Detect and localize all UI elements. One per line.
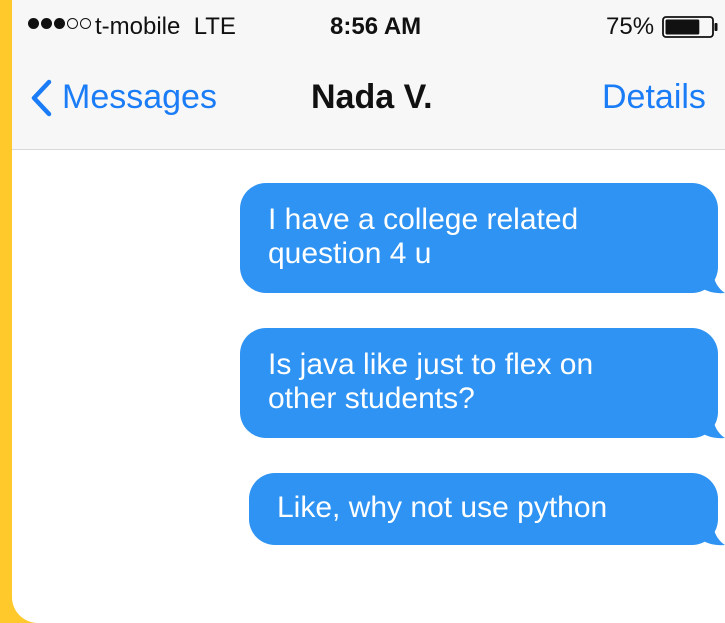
phone-screen: t-mobile LTE 8:56 AM 75% Messages Nada V… <box>12 0 725 623</box>
contact-name: Nada V. <box>311 78 433 116</box>
message-bubble[interactable]: I have a college related question 4 u <box>240 183 718 293</box>
battery-percent: 75% <box>606 13 655 40</box>
message-line: other students? <box>268 382 475 415</box>
message-line: I have a college related <box>268 203 579 236</box>
message-bubble[interactable]: Like, why not use python <box>249 473 718 545</box>
details-button[interactable]: Details <box>602 78 706 117</box>
back-label: Messages <box>62 78 217 116</box>
back-button[interactable]: Messages <box>30 78 217 117</box>
navigation-bar: Messages Nada V. Details <box>12 56 725 150</box>
status-time: 8:56 AM <box>330 13 422 40</box>
status-bar: t-mobile LTE 8:56 AM 75% <box>12 0 725 56</box>
message-line: Like, why not use python <box>277 491 608 524</box>
battery-icon <box>662 16 718 38</box>
message-line: question 4 u <box>268 237 432 270</box>
message-bubble[interactable]: Is java like just to flex on other stude… <box>240 328 718 438</box>
message-line: Is java like just to flex on <box>268 348 594 381</box>
chevron-left-icon <box>31 79 52 116</box>
message-thread[interactable]: I have a college related question 4 u Is… <box>12 150 725 623</box>
bubble-tail <box>698 263 725 294</box>
bubble-tail <box>698 408 725 439</box>
bubble-tail <box>698 515 725 546</box>
signal-strength-icon <box>28 18 91 29</box>
carrier-label: t-mobile LTE <box>95 13 236 40</box>
